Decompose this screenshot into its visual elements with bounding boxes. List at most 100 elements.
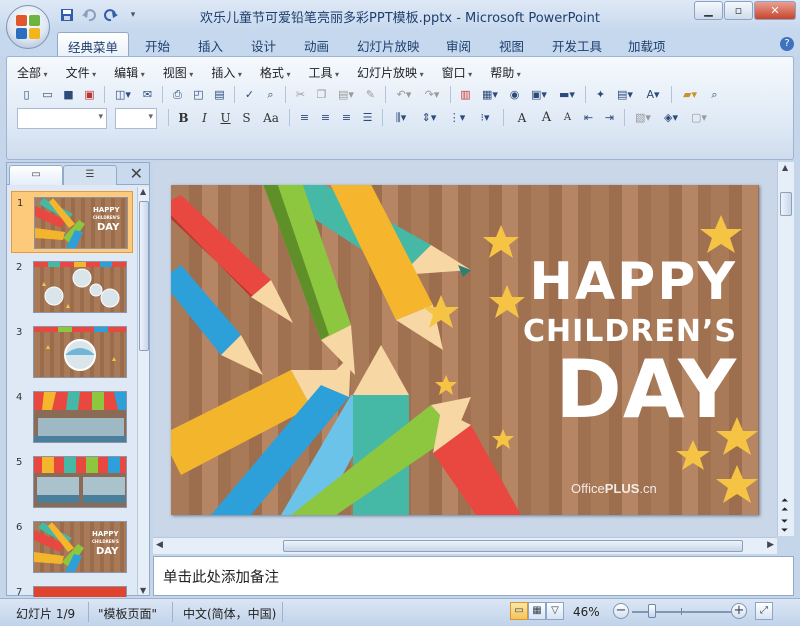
tab-review[interactable]: 审阅 — [446, 36, 471, 55]
scroll-down-icon[interactable]: ▼ — [140, 586, 146, 595]
normal-view-button[interactable]: ▭ — [510, 602, 528, 620]
scroll-up-icon[interactable]: ▲ — [140, 187, 146, 196]
current-slide[interactable]: HAPPY CHILDREN’S DAY OfficePLUS.cn — [171, 185, 759, 515]
tab-view[interactable]: 视图 — [499, 36, 524, 55]
fit-to-window-icon[interactable]: ⤢ — [755, 602, 773, 620]
office-button[interactable] — [6, 5, 50, 49]
close-button[interactable]: ✕ — [754, 1, 796, 20]
shrink-font-button[interactable]: A — [558, 108, 577, 127]
bold-button[interactable]: B — [174, 108, 193, 127]
line-color-icon[interactable]: ▬▾ — [554, 85, 580, 104]
decrease-indent-icon[interactable]: ⇤ — [579, 108, 598, 127]
copy-icon[interactable]: ❐ — [312, 85, 331, 104]
grow-font-button[interactable]: A — [537, 108, 556, 127]
print-preview-icon[interactable]: ◰ — [189, 85, 208, 104]
justify-icon[interactable]: ☰ — [358, 108, 377, 127]
shadow-button[interactable]: S — [237, 108, 256, 127]
tab-slides[interactable]: ▭ — [9, 165, 63, 185]
slide-thumbnail-6[interactable]: 6 HAPPY CHILDREN'S DAY — [11, 516, 133, 578]
tab-add-ins[interactable]: 加载项 — [628, 36, 666, 55]
font-color-button[interactable]: A — [509, 108, 535, 127]
font-size-combo[interactable] — [115, 108, 157, 129]
zoom-level[interactable]: 46% — [573, 605, 600, 619]
language-indicator[interactable]: 中文(简体，中国) — [183, 605, 276, 622]
tab-design[interactable]: 设计 — [251, 36, 276, 55]
previous-slide-icon[interactable]: ⏶ ⏶ — [781, 497, 788, 515]
italic-button[interactable]: I — [195, 108, 214, 127]
menu-help[interactable]: 帮助 — [490, 64, 521, 81]
menu-edit[interactable]: 编辑 — [114, 64, 145, 81]
maximize-button[interactable]: ▫ — [724, 1, 753, 20]
thumbnails-scroll-thumb[interactable] — [139, 201, 149, 351]
paste-icon[interactable]: ▤▾ — [333, 85, 359, 104]
menu-tools[interactable]: 工具 — [308, 64, 339, 81]
bullets-icon[interactable]: ⁝▾ — [472, 108, 498, 127]
undo-icon[interactable]: ↶▾ — [391, 85, 417, 104]
shape-fill-icon[interactable]: ▢▾ — [686, 108, 712, 127]
scroll-up-icon[interactable]: ▲ — [782, 163, 788, 172]
slide-thumbnail-7[interactable]: 7 — [11, 581, 133, 597]
slide-thumbnail-3[interactable]: 3 — [11, 321, 133, 383]
chart-icon[interactable]: ▥ — [456, 85, 475, 104]
menu-format[interactable]: 格式 — [260, 64, 291, 81]
slide-sorter-view-button[interactable]: ▦ — [528, 602, 546, 620]
quick-styles-icon[interactable]: ◈▾ — [658, 108, 684, 127]
menu-insert[interactable]: 插入 — [211, 64, 242, 81]
research-icon[interactable]: ⌕ — [261, 85, 280, 104]
format-painter-icon[interactable]: ✎ — [361, 85, 380, 104]
minimize-button[interactable]: ▁ — [694, 1, 723, 20]
align-center-icon[interactable]: ≡ — [316, 108, 335, 127]
align-left-icon[interactable]: ≡ — [295, 108, 314, 127]
numbering-icon[interactable]: ⋮▾ — [444, 108, 470, 127]
help-icon[interactable]: ? — [780, 37, 794, 51]
slide-sorter-icon[interactable]: ▤ — [210, 85, 229, 104]
tab-outline[interactable]: ☰ — [63, 165, 117, 185]
increase-indent-icon[interactable]: ⇥ — [600, 108, 619, 127]
menu-view[interactable]: 视图 — [163, 64, 194, 81]
align-right-icon[interactable]: ≡ — [337, 108, 356, 127]
menu-all[interactable]: 全部 — [17, 64, 48, 81]
thumbnails-scrollbar[interactable]: ▲ ▼ — [137, 187, 149, 595]
slide-scroll-thumb[interactable] — [780, 192, 792, 216]
find-icon[interactable]: ⌕ — [705, 85, 724, 104]
arrange-icon[interactable]: ▧▾ — [630, 108, 656, 127]
slide-horizontal-scrollbar[interactable]: ◀ ▶ — [153, 537, 777, 554]
underline-button[interactable]: U — [216, 108, 235, 127]
font-name-combo[interactable] — [17, 108, 107, 129]
menu-file[interactable]: 文件 — [66, 64, 97, 81]
new-slide-icon[interactable]: ✦ — [591, 85, 610, 104]
slide-thumbnail-1[interactable]: 1 HAPPY CHILDREN'S DAY — [11, 191, 133, 253]
text-direction-icon[interactable]: ⫼▾ — [388, 108, 414, 127]
slide-vertical-scrollbar[interactable]: ▲ ⏶ ⏶ ⏷ ⏷ — [777, 162, 794, 536]
tab-insert[interactable]: 插入 — [198, 36, 223, 55]
slide-show-view-button[interactable]: ▽ — [546, 602, 564, 620]
open-folder-icon[interactable]: ▰▾ — [677, 85, 703, 104]
clipart-icon[interactable]: ◉ — [505, 85, 524, 104]
tab-slide-show[interactable]: 幻灯片放映 — [357, 36, 420, 55]
save-icon[interactable]: ■ — [59, 85, 78, 104]
scroll-left-icon[interactable]: ◀ — [156, 540, 163, 550]
zoom-in-button[interactable]: + — [731, 603, 747, 619]
table-icon[interactable]: ▦▾ — [477, 85, 503, 104]
open-icon[interactable]: ▭ — [38, 85, 57, 104]
line-spacing-icon[interactable]: ⇕▾ — [416, 108, 442, 127]
horizontal-scroll-thumb[interactable] — [283, 540, 743, 552]
new-icon[interactable]: ▯ — [17, 85, 36, 104]
email-icon[interactable]: ✉ — [138, 85, 157, 104]
slide-thumbnail-2[interactable]: 2 — [11, 256, 133, 318]
change-case-button[interactable]: Aa — [258, 108, 284, 127]
print-icon[interactable]: ⎙ — [168, 85, 187, 104]
menu-window[interactable]: 窗口 — [442, 64, 473, 81]
zoom-slider[interactable] — [632, 611, 732, 613]
zoom-out-button[interactable]: − — [613, 603, 629, 619]
slide-thumbnail-4[interactable]: 4 — [11, 386, 133, 448]
layout-icon[interactable]: ▤▾ — [612, 85, 638, 104]
next-slide-icon[interactable]: ⏷ ⏷ — [781, 518, 788, 536]
tab-animations[interactable]: 动画 — [304, 36, 329, 55]
picture-icon[interactable]: ▣▾ — [526, 85, 552, 104]
pdf-icon[interactable]: ▣ — [80, 85, 99, 104]
menu-slide-show[interactable]: 幻灯片放映 — [357, 64, 424, 81]
zoom-slider-handle[interactable] — [648, 604, 656, 618]
tab-home[interactable]: 开始 — [145, 36, 170, 55]
textbox-icon[interactable]: A▾ — [640, 85, 666, 104]
